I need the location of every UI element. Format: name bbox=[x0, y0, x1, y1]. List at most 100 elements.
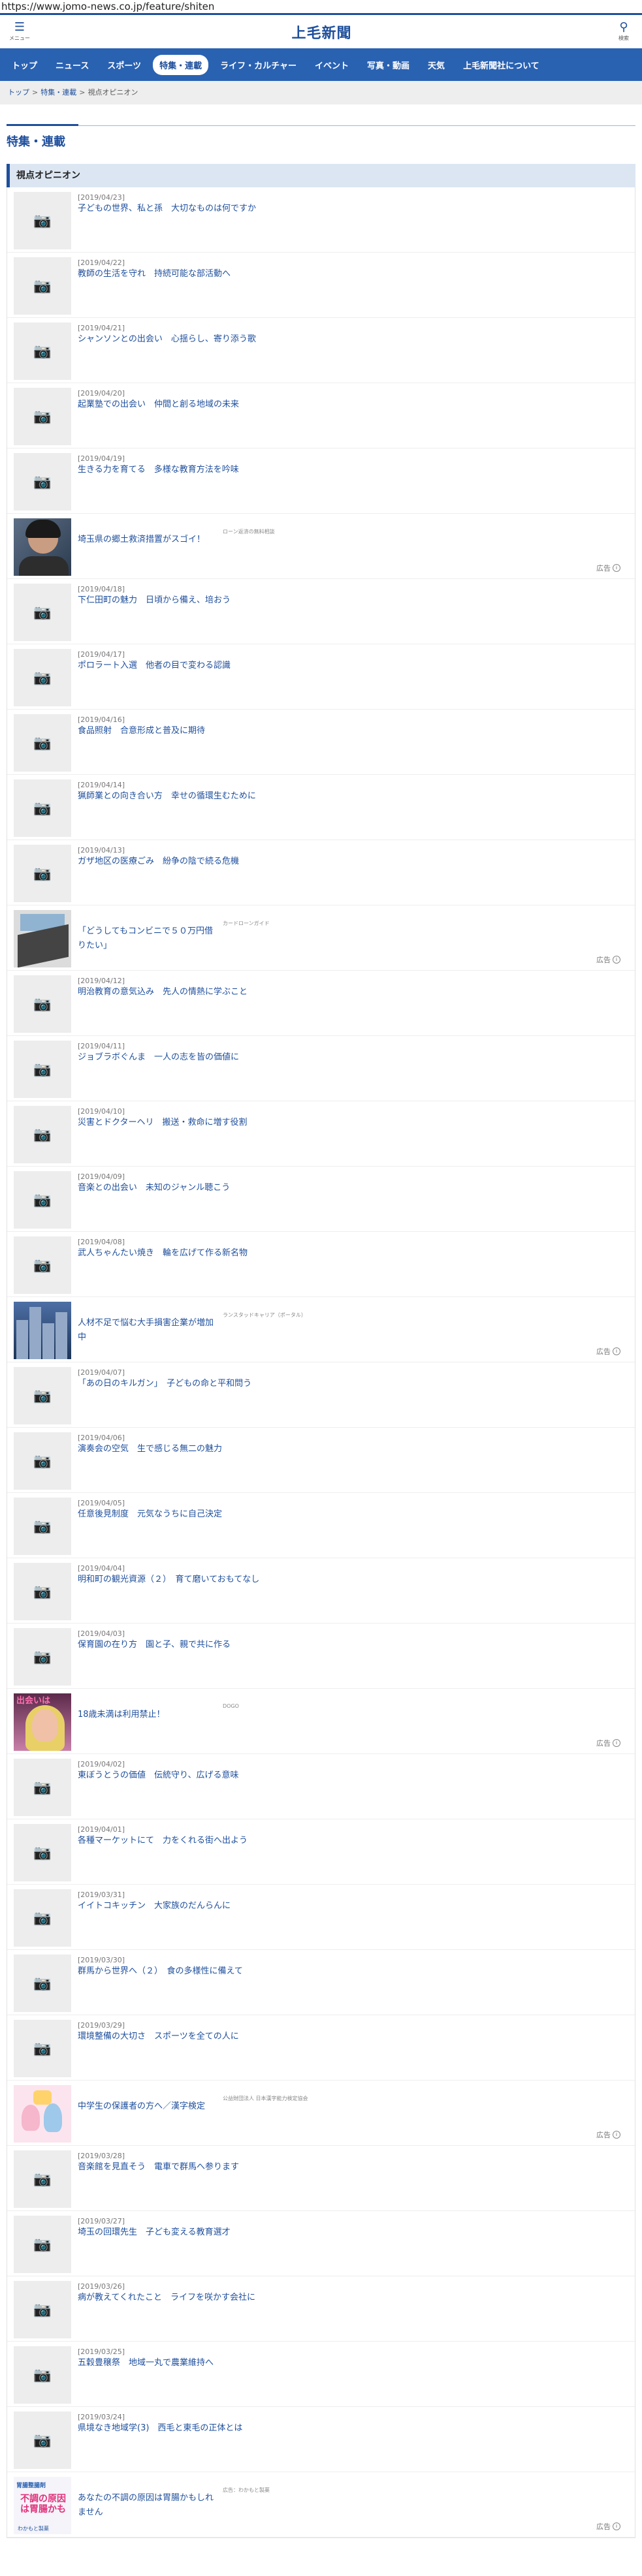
ad-choices-badge[interactable]: 広告 i bbox=[596, 1738, 620, 1748]
ad-title-link[interactable]: 18歳未満は利用禁止！ bbox=[78, 1708, 215, 1722]
nav-item[interactable]: 写真・動画 bbox=[361, 55, 416, 75]
article-title-link[interactable]: 起業塾での出会い 仲間と創る地域の未来 bbox=[78, 399, 628, 411]
ad-choices-badge[interactable]: 広告 i bbox=[596, 2129, 620, 2140]
nav-item[interactable]: 天気 bbox=[421, 55, 451, 75]
article-title-link[interactable]: 県境なき地域学(3) 西毛と東毛の正体とは bbox=[78, 2423, 628, 2434]
article-thumbnail[interactable]: 📷 bbox=[14, 453, 71, 510]
ad-thumbnail[interactable] bbox=[14, 518, 71, 576]
article-title-link[interactable]: 音楽館を見直そう 電車で群馬へ参ります bbox=[78, 2161, 628, 2173]
search-button[interactable]: ⚲ 検索 bbox=[611, 22, 637, 42]
article-title-link[interactable]: 東ぼうとうの価値 伝統守り、広げる意味 bbox=[78, 1770, 628, 1782]
article-title-link[interactable]: 武人ちゃんたい焼き 輪を広げて作る新名物 bbox=[78, 1248, 628, 1259]
article-thumbnail[interactable]: 📷 bbox=[14, 845, 71, 902]
article-thumbnail[interactable]: 📷 bbox=[14, 1106, 71, 1163]
article-row[interactable]: 📷 [2019/04/01] 各種マーケットにて 力をくれる街へ出よう bbox=[7, 1819, 635, 1885]
article-thumbnail[interactable]: 📷 bbox=[14, 975, 71, 1033]
article-title-link[interactable]: 災害とドクターヘリ 搬送・救命に増す役割 bbox=[78, 1117, 628, 1129]
article-row[interactable]: 📷 [2019/04/02] 東ぼうとうの価値 伝統守り、広げる意味 bbox=[7, 1754, 635, 1819]
article-title-link[interactable]: 「あの日のキルガン」 子どもの命と平和問う bbox=[78, 1378, 628, 1390]
article-thumbnail[interactable]: 📷 bbox=[14, 2020, 71, 2077]
article-row[interactable]: 📷 [2019/04/13] ガザ地区の医療ごみ 紛争の陰で続る危機 bbox=[7, 840, 635, 905]
ad-title-link[interactable]: 埼玉県の郷土救済措置がスゴイ！ bbox=[78, 533, 215, 547]
article-title-link[interactable]: 群馬から世界へ（２） 食の多様性に備えて bbox=[78, 1966, 628, 1977]
ad-choices-badge[interactable]: 広告 i bbox=[596, 563, 620, 573]
article-row[interactable]: 📷 [2019/04/07] 「あの日のキルガン」 子どもの命と平和問う bbox=[7, 1362, 635, 1428]
article-thumbnail[interactable]: 📷 bbox=[14, 2281, 71, 2338]
article-title-link[interactable]: 子どもの世界、私と孫 大切なものは何ですか bbox=[78, 203, 628, 215]
article-row[interactable]: 📷 [2019/04/08] 武人ちゃんたい焼き 輪を広げて作る新名物 bbox=[7, 1232, 635, 1297]
ad-title-link[interactable]: 「どうしてもコンビニで５０万円借りたい」 bbox=[78, 924, 215, 953]
article-title-link[interactable]: 音楽との出会い 未知のジャンル聴こう bbox=[78, 1182, 628, 1194]
article-row[interactable]: 📷 [2019/04/16] 食品照射 合意形成と普及に期待 bbox=[7, 710, 635, 775]
article-thumbnail[interactable]: 📷 bbox=[14, 1628, 71, 1686]
article-row[interactable]: 📷 [2019/04/11] ジョブラボぐんま 一人の志を皆の価値に bbox=[7, 1036, 635, 1101]
site-logo[interactable]: 上毛新聞 bbox=[291, 22, 351, 42]
sponsored-row[interactable]: 胃腸整腸剤 不調の原因は胃腸かも わかもと製薬 広告：わかもと製薬 広告 i あなたの不調の… bbox=[7, 2472, 635, 2537]
article-title-link[interactable]: イイトコキッチン 大家族のだんらんに bbox=[78, 1900, 628, 1912]
article-row[interactable]: 📷 [2019/03/31] イイトコキッチン 大家族のだんらんに bbox=[7, 1885, 635, 1950]
breadcrumb-link[interactable]: トップ bbox=[8, 88, 29, 97]
article-row[interactable]: 📷 [2019/04/21] シャンソンとの出会い 心揺らし、寄り添う歌 bbox=[7, 318, 635, 383]
nav-item[interactable]: ニュース bbox=[49, 55, 95, 75]
ad-title-link[interactable]: 中学生の保護者の方へ／漢字検定 bbox=[78, 2099, 215, 2114]
address-bar[interactable]: https://www.jomo-news.co.jp/feature/shit… bbox=[0, 0, 642, 13]
article-title-link[interactable]: シャンソンとの出会い 心揺らし、寄り添う歌 bbox=[78, 334, 628, 345]
nav-item[interactable]: ライフ・カルチャー bbox=[214, 55, 303, 75]
sponsored-row[interactable]: 出会いは DOGO 広告 i 18歳未満は利用禁止！ bbox=[7, 1689, 635, 1754]
article-title-link[interactable]: 明治教育の意気込み 先人の情熱に学ぶこと bbox=[78, 986, 628, 998]
nav-item[interactable]: スポーツ bbox=[101, 55, 148, 75]
article-row[interactable]: 📷 [2019/04/19] 生きる力を育てる 多様な教育方法を吟味 bbox=[7, 448, 635, 514]
article-thumbnail[interactable]: 📷 bbox=[14, 1759, 71, 1816]
article-row[interactable]: 📷 [2019/04/10] 災害とドクターヘリ 搬送・救命に増す役割 bbox=[7, 1101, 635, 1167]
article-thumbnail[interactable]: 📷 bbox=[14, 2216, 71, 2273]
article-row[interactable]: 📷 [2019/04/22] 教師の生活を守れ 持続可能な部活動へ bbox=[7, 253, 635, 318]
menu-button[interactable]: ☰ メニュー bbox=[7, 22, 33, 42]
article-row[interactable]: 📷 [2019/03/24] 県境なき地域学(3) 西毛と東毛の正体とは bbox=[7, 2407, 635, 2472]
article-thumbnail[interactable]: 📷 bbox=[14, 192, 71, 249]
article-row[interactable]: 📷 [2019/04/03] 保育園の在り方 園と子、親で共に作る bbox=[7, 1624, 635, 1689]
ad-title-link[interactable]: あなたの不調の原因は胃腸かもしれません bbox=[78, 2491, 215, 2520]
article-row[interactable]: 📷 [2019/04/20] 起業塾での出会い 仲間と創る地域の未来 bbox=[7, 383, 635, 448]
ad-thumbnail[interactable]: 出会いは bbox=[14, 1693, 71, 1751]
article-thumbnail[interactable]: 📷 bbox=[14, 649, 71, 706]
article-title-link[interactable]: ガザ地区の医療ごみ 紛争の陰で続る危機 bbox=[78, 856, 628, 868]
nav-item[interactable]: 特集・連載 bbox=[153, 54, 209, 75]
article-title-link[interactable]: 各種マーケットにて 力をくれる街へ出よう bbox=[78, 1835, 628, 1847]
ad-choices-badge[interactable]: 広告 i bbox=[596, 1346, 620, 1357]
article-thumbnail[interactable]: 📷 bbox=[14, 1171, 71, 1229]
article-title-link[interactable]: 食品照射 合意形成と普及に期待 bbox=[78, 725, 628, 737]
article-thumbnail[interactable]: 📷 bbox=[14, 779, 71, 837]
article-thumbnail[interactable]: 📷 bbox=[14, 1889, 71, 1947]
breadcrumb-link[interactable]: 特集・連載 bbox=[40, 88, 76, 97]
article-row[interactable]: 📷 [2019/03/28] 音楽館を見直そう 電車で群馬へ参ります bbox=[7, 2146, 635, 2211]
article-title-link[interactable]: 保育園の在り方 園と子、親で共に作る bbox=[78, 1639, 628, 1651]
article-title-link[interactable]: ポロラート入選 他者の目で変わる認識 bbox=[78, 660, 628, 672]
article-row[interactable]: 📷 [2019/04/12] 明治教育の意気込み 先人の情熱に学ぶこと bbox=[7, 971, 635, 1036]
article-thumbnail[interactable]: 📷 bbox=[14, 1236, 71, 1294]
nav-item[interactable]: 上毛新聞社について bbox=[457, 55, 546, 75]
article-row[interactable]: 📷 [2019/04/17] ポロラート入選 他者の目で変わる認識 bbox=[7, 644, 635, 710]
article-row[interactable]: 📷 [2019/03/25] 五穀豊穣祭 地域一丸で農業維持へ bbox=[7, 2342, 635, 2407]
article-thumbnail[interactable]: 📷 bbox=[14, 1955, 71, 2012]
article-thumbnail[interactable]: 📷 bbox=[14, 1498, 71, 1555]
article-thumbnail[interactable]: 📷 bbox=[14, 1563, 71, 1620]
ad-thumbnail[interactable]: 胃腸整腸剤 不調の原因は胃腸かも わかもと製薬 bbox=[14, 2477, 71, 2534]
article-row[interactable]: 📷 [2019/03/30] 群馬から世界へ（２） 食の多様性に備えて bbox=[7, 1950, 635, 2015]
article-title-link[interactable]: 演奏会の空気 生で感じる無二の魅力 bbox=[78, 1443, 628, 1455]
nav-item[interactable]: トップ bbox=[5, 55, 44, 75]
article-thumbnail[interactable]: 📷 bbox=[14, 388, 71, 445]
article-thumbnail[interactable]: 📷 bbox=[14, 2411, 71, 2469]
sponsored-row[interactable]: 公益財団法人 日本漢字能力検定協会 広告 i 中学生の保護者の方へ／漢字検定 bbox=[7, 2081, 635, 2146]
article-title-link[interactable]: 生きる力を育てる 多様な教育方法を吟味 bbox=[78, 464, 628, 476]
nav-item[interactable]: イベント bbox=[308, 55, 355, 75]
article-title-link[interactable]: 埼玉の回環先生 子ども変える教育選才 bbox=[78, 2227, 628, 2238]
article-title-link[interactable]: 任意後見制度 元気なうちに自己決定 bbox=[78, 1509, 628, 1520]
sponsored-row[interactable]: ランスタッドキャリア（ポータル） 広告 i 人材不足で悩む大手損害企業が増加中 bbox=[7, 1297, 635, 1362]
article-row[interactable]: 📷 [2019/04/04] 明和町の観光資源（２） 育て磨いておもてなし bbox=[7, 1558, 635, 1624]
article-thumbnail[interactable]: 📷 bbox=[14, 322, 71, 380]
article-title-link[interactable]: 環境整備の大切さ スポーツを全ての人に bbox=[78, 2031, 628, 2043]
article-row[interactable]: 📷 [2019/03/26] 病が教えてくれたこと ライフを咲かす会社に bbox=[7, 2276, 635, 2342]
article-row[interactable]: 📷 [2019/04/23] 子どもの世界、私と孫 大切なものは何ですか bbox=[7, 187, 635, 253]
article-title-link[interactable]: 病が教えてくれたこと ライフを咲かす会社に bbox=[78, 2292, 628, 2304]
article-thumbnail[interactable]: 📷 bbox=[14, 1367, 71, 1424]
